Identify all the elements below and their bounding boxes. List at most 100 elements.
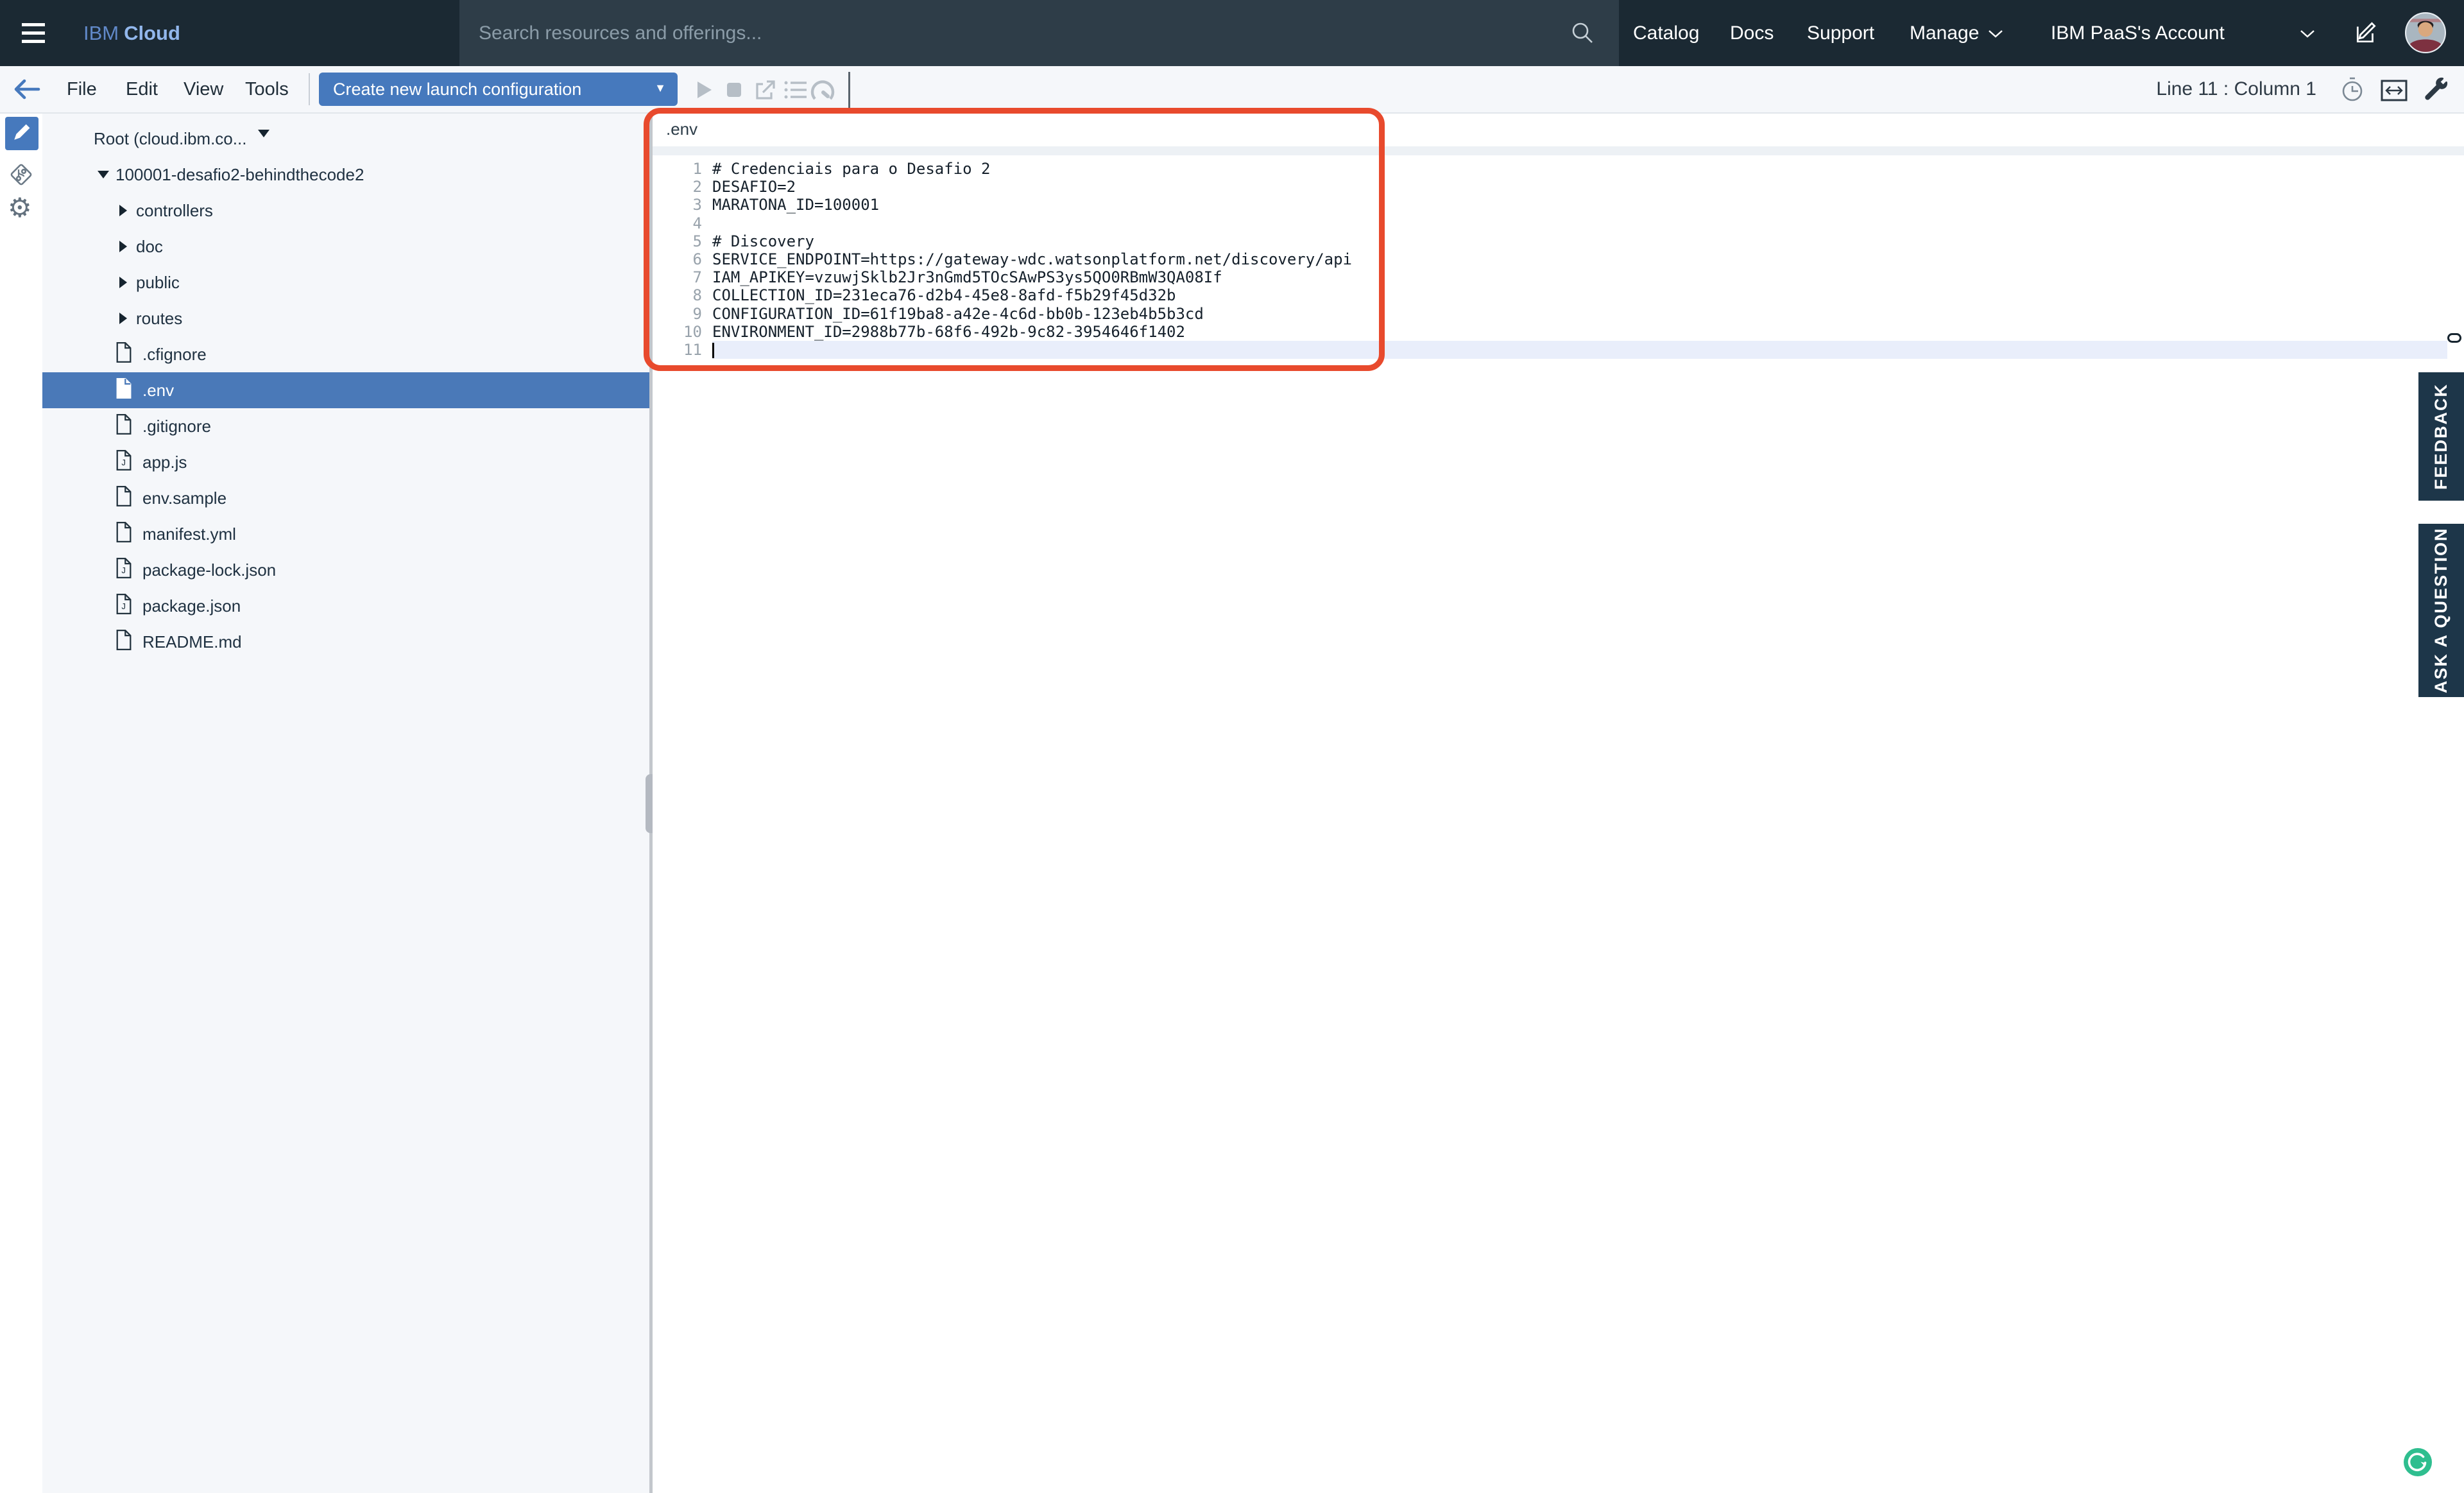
brand-cloud: Cloud [124, 22, 180, 44]
word-wrap-icon[interactable] [2381, 80, 2408, 105]
editor-tab-bar: .env [653, 112, 2464, 146]
code-text: MARATONA_ID=100001 [712, 196, 879, 214]
file-label: .cfignore [142, 345, 207, 365]
main-area: ⚙ Root (cloud.ibm.co... 100001-desafio2-… [0, 112, 2464, 1493]
tree-folder-routes[interactable]: routes [42, 300, 649, 336]
nav-catalog[interactable]: Catalog [1633, 0, 1699, 66]
menu-edit[interactable]: Edit [126, 66, 158, 112]
line-number: 10 [653, 323, 712, 341]
avatar[interactable] [2405, 12, 2446, 56]
file-label: env.sample [142, 488, 227, 508]
tree-file-package[interactable]: J package.json [42, 588, 649, 624]
file-label: manifest.yml [142, 524, 236, 544]
tree-file-gitignore[interactable]: .gitignore [42, 408, 649, 444]
pencil-icon [12, 122, 32, 146]
file-icon [116, 378, 132, 403]
cursor-position-status: Line 11 : Column 1 [2156, 66, 2316, 112]
feedback-tab[interactable]: FEEDBACK [2418, 372, 2464, 501]
tree-folder-controllers[interactable]: controllers [42, 193, 649, 229]
code-editor[interactable]: 1# Credenciais para o Desafio 2 2DESAFIO… [653, 160, 2464, 1493]
account-chevron-down-icon[interactable] [2300, 30, 2315, 42]
code-line: 10ENVIRONMENT_ID=2988b77b-68f6-492b-9c82… [653, 323, 2464, 341]
ibm-cloud-header: IBMCloud Catalog Docs Support Manage IBM… [0, 0, 2464, 66]
text-cursor [712, 343, 714, 358]
editor-tab-env[interactable]: .env [666, 112, 697, 146]
code-text: CONFIGURATION_ID=61f19ba8-a42e-4c6d-bb0b… [712, 305, 1204, 323]
caret-down-icon [98, 171, 109, 178]
dashboard-gauge-icon[interactable] [810, 79, 835, 105]
folder-label: doc [136, 237, 163, 257]
left-icon-rail: ⚙ [0, 112, 42, 1493]
edit-mode-button[interactable] [5, 117, 38, 150]
file-label: README.md [142, 632, 242, 652]
file-icon [116, 414, 132, 439]
settings-wrench-icon[interactable] [2423, 76, 2449, 105]
nav-support[interactable]: Support [1807, 0, 1874, 66]
line-number: 8 [653, 286, 712, 304]
brand-ibm: IBM [83, 22, 119, 44]
launch-configuration-label: Create new launch configuration [333, 73, 581, 106]
tree-folder-doc[interactable]: doc [42, 229, 649, 264]
compose-icon[interactable] [2354, 20, 2379, 49]
tree-file-appjs[interactable]: J app.js [42, 444, 649, 480]
manage-chevron-down-icon[interactable] [1988, 30, 2003, 42]
hamburger-menu-icon[interactable] [22, 23, 46, 44]
code-line: 1# Credenciais para o Desafio 2 [653, 160, 2464, 178]
gear-icon[interactable]: ⚙ [8, 194, 32, 221]
account-switcher[interactable]: IBM PaaS's Account [2051, 0, 2225, 66]
search-icon[interactable] [1569, 19, 1596, 49]
ask-a-question-tab-label: ASK A QUESTION [2431, 528, 2451, 694]
js-file-icon: J [116, 594, 132, 619]
folder-label: controllers [136, 201, 213, 221]
tree-file-env-selected[interactable]: .env [42, 372, 649, 408]
run-play-icon[interactable] [697, 81, 712, 102]
caret-right-icon [119, 277, 127, 288]
tree-file-readme[interactable]: README.md [42, 624, 649, 660]
menu-view[interactable]: View [184, 66, 223, 112]
folder-label: routes [136, 309, 182, 329]
history-clock-icon[interactable] [2339, 76, 2366, 107]
tree-project-folder[interactable]: 100001-desafio2-behindthecode2 [42, 157, 649, 193]
code-line: 2DESAFIO=2 [653, 178, 2464, 196]
tree-file-manifest[interactable]: manifest.yml [42, 516, 649, 552]
stop-icon[interactable] [726, 82, 742, 101]
ask-a-question-tab[interactable]: ASK A QUESTION [2418, 524, 2464, 697]
dropdown-caret-icon: ▼ [654, 82, 666, 95]
ibm-cloud-logo[interactable]: IBMCloud [83, 0, 180, 66]
file-tree: Root (cloud.ibm.co... 100001-desafio2-be… [42, 112, 649, 1493]
project-label: 100001-desafio2-behindthecode2 [116, 165, 364, 185]
line-number: 6 [653, 250, 712, 268]
svg-text:J: J [121, 603, 126, 612]
search-input[interactable] [459, 0, 1619, 66]
overview-ruler-marker[interactable] [2447, 333, 2461, 343]
nav-docs[interactable]: Docs [1730, 0, 1774, 66]
code-line: 8COLLECTION_ID=231eca76-d2b4-45e8-8afd-f… [653, 286, 2464, 304]
grammarly-icon[interactable] [2403, 1447, 2433, 1480]
open-app-external-icon[interactable] [755, 79, 776, 104]
launch-configuration-dropdown[interactable]: Create new launch configuration ▼ [319, 73, 678, 106]
file-label: app.js [142, 453, 187, 472]
line-number: 5 [653, 232, 712, 250]
menu-file[interactable]: File [67, 66, 97, 112]
code-line-active: 11 [653, 341, 2464, 359]
nav-manage[interactable]: Manage [1910, 0, 1979, 66]
code-text: COLLECTION_ID=231eca76-d2b4-45e8-8afd-f5… [712, 286, 1176, 304]
file-label: package.json [142, 596, 241, 616]
tree-root-selector[interactable]: Root (cloud.ibm.co... [42, 121, 649, 157]
caret-right-icon [119, 313, 127, 324]
global-search [459, 0, 1619, 66]
logs-list-icon[interactable] [784, 81, 807, 102]
root-label: Root (cloud.ibm.co... [94, 129, 246, 149]
back-arrow-icon[interactable] [13, 77, 41, 105]
tree-file-cfignore[interactable]: .cfignore [42, 336, 649, 372]
menu-tools[interactable]: Tools [245, 66, 289, 112]
folder-label: public [136, 273, 180, 293]
file-label: package-lock.json [142, 560, 276, 580]
tree-folder-public[interactable]: public [42, 264, 649, 300]
toolbar-divider [309, 73, 310, 105]
feedback-tab-label: FEEDBACK [2431, 383, 2451, 490]
code-text: DESAFIO=2 [712, 178, 796, 196]
tree-file-package-lock[interactable]: J package-lock.json [42, 552, 649, 588]
git-icon[interactable] [8, 161, 35, 191]
tree-file-envsample[interactable]: env.sample [42, 480, 649, 516]
